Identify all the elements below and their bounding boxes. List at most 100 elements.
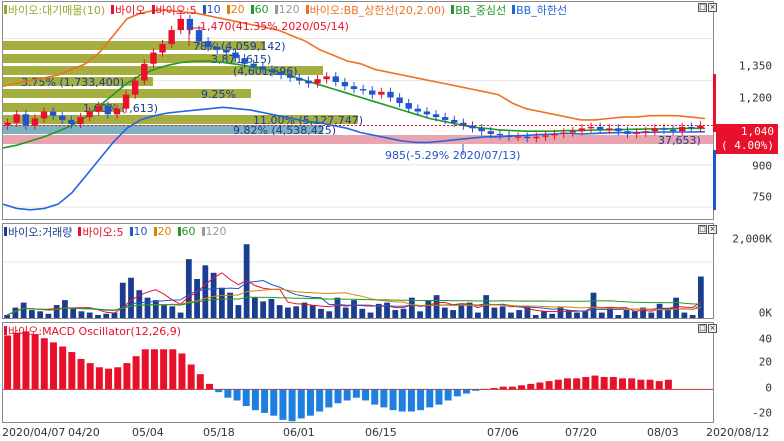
legend-item[interactable]: 바이오:MACD Oscillator(12,26,9) (4, 323, 181, 339)
macd-bar (95, 367, 103, 390)
price-plot-area[interactable]: 78% (4,059,142) 3,871,615) (4,601,696) 3.75… (2, 1, 714, 220)
macd-bar (22, 331, 30, 390)
legend-item[interactable]: 20 (226, 3, 245, 16)
panel-maximize-icon[interactable]: □ (698, 3, 707, 12)
candle-body (159, 44, 166, 53)
panel-close-icon[interactable]: × (708, 3, 717, 12)
volume-bar (408, 297, 415, 318)
legend-item[interactable]: 바이오:5 (151, 2, 197, 18)
legend-swatch (153, 227, 157, 236)
volume-bar (582, 311, 589, 318)
volume-bar (252, 297, 258, 318)
macd-bar (261, 389, 269, 413)
macd-bar (508, 386, 516, 390)
volume-bar (119, 282, 126, 318)
panel-maximize-icon[interactable]: □ (698, 225, 707, 234)
candle-body (615, 128, 622, 132)
price-tick: 900 (752, 159, 772, 173)
volume-bar (664, 308, 671, 318)
legend-swatch (226, 5, 230, 14)
legend-item[interactable]: 바이오:5 (78, 224, 124, 240)
macd-bar (609, 376, 617, 390)
legend-label: 60 (181, 225, 196, 238)
low-annotation: 985(-5.29% 2020/07/13) (385, 149, 521, 162)
volume-bar (202, 265, 209, 318)
legend-label: 120 (205, 225, 227, 238)
candle-body (660, 128, 668, 130)
legend-item[interactable]: 10 (202, 3, 221, 16)
macd-bar (563, 378, 571, 390)
volume-bar (95, 315, 101, 318)
macd-bar (490, 388, 498, 390)
legend-label: 바이오 (115, 3, 146, 17)
macd-bar (637, 379, 645, 390)
legend-item[interactable]: 20 (153, 225, 172, 238)
macd-bar (472, 389, 480, 391)
macd-bar (178, 353, 186, 390)
volume-profile-label: 1.60% ( ,613) (83, 102, 158, 115)
volume-panel: 바이오:거래량 바이오:5 10 20 60 120 □ × 2,000K 0K (0, 222, 784, 320)
macd-bar (224, 389, 232, 398)
volume-bar (450, 310, 456, 318)
candle-body (560, 132, 567, 134)
legend-item[interactable]: 10 (129, 225, 148, 238)
legend-label: 바이오:5 (155, 3, 197, 17)
macd-bar (297, 389, 305, 419)
macd-bar (77, 358, 85, 390)
candle-body (22, 114, 29, 126)
legend-item[interactable]: 60 (177, 225, 196, 238)
panel-close-icon[interactable]: × (708, 324, 717, 333)
legend-item[interactable]: 바이오:대기매물(10) (4, 2, 105, 18)
volume-profile-label: 9.25% (201, 88, 236, 101)
legend-swatch (4, 5, 7, 14)
candle-body (505, 135, 513, 137)
candle-body (49, 111, 57, 116)
macd-bar (646, 379, 654, 390)
macd-bar (573, 378, 581, 390)
legend-label: 20 (230, 3, 245, 16)
legend-swatch (4, 326, 7, 335)
volume-bar (70, 308, 77, 318)
macd-bar (619, 378, 627, 390)
candle-body (587, 126, 595, 129)
legend-item[interactable]: BB_중심선 (451, 2, 506, 18)
panel-maximize-icon[interactable]: □ (698, 324, 707, 333)
macd-bar (279, 389, 287, 420)
legend-item[interactable]: BB_하한선 (512, 2, 567, 18)
candle-body (533, 136, 540, 139)
legend-item[interactable]: 60 (250, 3, 269, 16)
volume-bar (235, 305, 242, 318)
volume-profile-bar (3, 135, 713, 144)
candle-body (496, 133, 504, 136)
volume-bar (367, 312, 374, 318)
macd-legend: 바이오:MACD Oscillator(12,26,9) (4, 323, 185, 339)
candle-body (13, 114, 20, 123)
macd-tick: -20 (752, 406, 772, 420)
volume-bar (681, 312, 688, 318)
candle-body (688, 126, 695, 129)
candle-body (551, 133, 558, 136)
legend-item[interactable]: 120 (274, 3, 300, 16)
legend-label: BB_중심선 (455, 3, 507, 17)
volume-bar (532, 315, 539, 318)
legend-item[interactable]: 바이오:거래량 (4, 224, 72, 240)
volume-bar (326, 311, 333, 318)
legend-item[interactable]: 120 (201, 225, 227, 238)
macd-bar (554, 379, 562, 390)
legend-item[interactable]: 바이오 (111, 2, 146, 18)
legend-item[interactable]: 바이오:BB_상한선(20,2.00) (305, 2, 445, 18)
volume-bar (227, 292, 234, 318)
legend-swatch (201, 227, 205, 236)
macd-bar (59, 346, 67, 390)
volume-bar (590, 292, 597, 318)
macd-bar (251, 389, 259, 411)
legend-swatch (111, 5, 115, 14)
legend-label: 바이오:MACD Oscillator(12,26,9) (8, 324, 182, 338)
volume-bar (656, 303, 663, 318)
panel-close-icon[interactable]: × (708, 225, 717, 234)
volume-bar (474, 312, 481, 318)
volume-bar (648, 312, 655, 318)
macd-bar (463, 389, 470, 394)
macd-bar (242, 389, 250, 407)
volume-bar (351, 300, 357, 318)
